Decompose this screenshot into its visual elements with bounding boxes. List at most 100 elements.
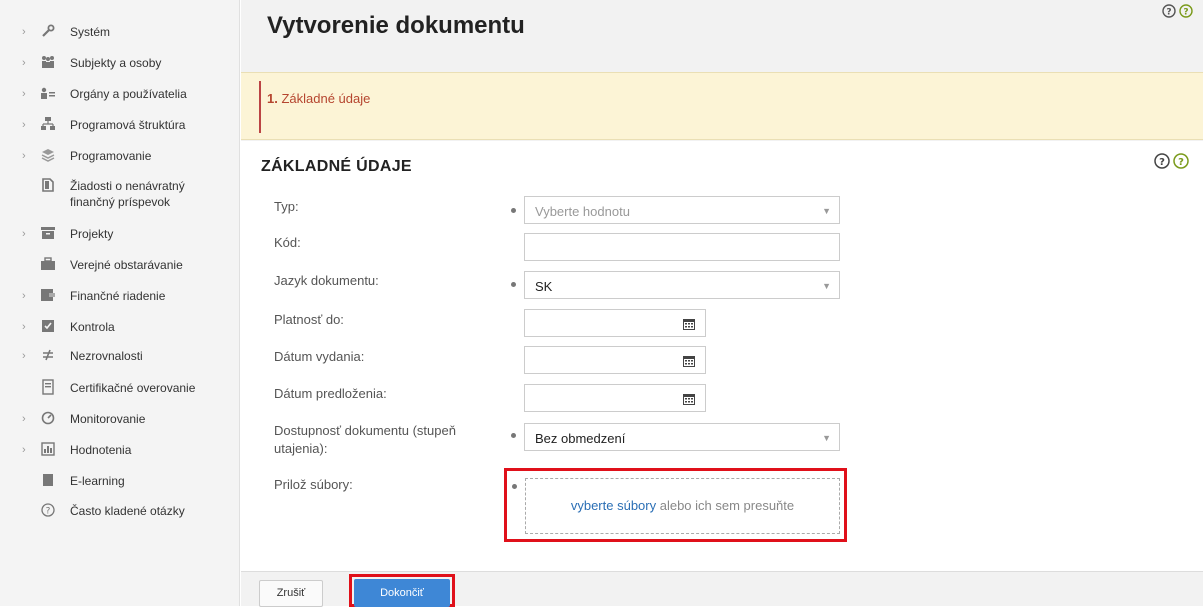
sidebar-item-label: E-learning xyxy=(70,474,125,488)
jazyk-value: SK xyxy=(535,279,553,294)
sidebar-item-e-learning[interactable]: › E-learning xyxy=(0,473,240,489)
sidebar-item-monitorovanie[interactable]: › Monitorovanie xyxy=(0,411,240,427)
typ-placeholder: Vyberte hodnotu xyxy=(535,204,630,219)
sidebar-item-label: Často kladené otázky xyxy=(70,504,185,518)
sidebar-item-label: Kontrola xyxy=(70,320,115,334)
help-icons: ? ? xyxy=(1162,4,1193,23)
sidebar-item-label: Subjekty a osoby xyxy=(70,56,162,70)
checkbox-icon xyxy=(40,319,56,333)
platnost-date-input[interactable] xyxy=(524,309,706,337)
required-indicator xyxy=(511,433,516,438)
svg-text:?: ? xyxy=(1166,8,1171,18)
step-current[interactable]: 1. Základné údaje xyxy=(267,91,370,106)
chevron-right-icon: › xyxy=(22,228,26,240)
datum-predlozenia-date-input[interactable] xyxy=(524,384,706,412)
certificate-icon xyxy=(40,379,56,395)
sidebar-item-faq[interactable]: › ? Často kladené otázky xyxy=(0,503,240,519)
step-number: 1. xyxy=(267,91,278,106)
svg-text:?: ? xyxy=(1178,157,1184,168)
hierarchy-icon xyxy=(40,117,56,131)
calendar-icon[interactable] xyxy=(683,317,695,335)
jazyk-select[interactable]: SK ▼ xyxy=(524,271,840,299)
svg-text:?: ? xyxy=(1183,8,1188,18)
sidebar-item-ziadosti[interactable]: › Žiadosti o nenávratný finančný príspev… xyxy=(0,178,240,210)
cancel-button[interactable]: Zrušiť xyxy=(259,580,323,607)
jazyk-label: Jazyk dokumentu: xyxy=(274,273,379,288)
calendar-icon[interactable] xyxy=(683,354,695,372)
page-header: Vytvorenie dokumentu ? ? xyxy=(241,0,1203,72)
datum-predlozenia-label: Dátum predloženia: xyxy=(274,386,387,401)
help-guide-icon[interactable]: ? xyxy=(1173,153,1189,174)
file-dropzone[interactable]: vyberte súbory alebo ich sem presuňte xyxy=(525,478,840,534)
step-label: Základné údaje xyxy=(281,91,371,106)
sidebar-item-label: Žiadosti o nenávratný finančný príspevok xyxy=(70,179,185,209)
chevron-down-icon: ▼ xyxy=(822,433,831,443)
sidebar-item-programova-struktura[interactable]: › Programová štruktúra xyxy=(0,117,240,133)
sidebar-item-label: Hodnotenia xyxy=(70,443,132,457)
wizard-steps: 1. Základné údaje xyxy=(241,72,1203,140)
book-icon xyxy=(40,473,56,487)
datum-vydania-label: Dátum vydania: xyxy=(274,349,365,364)
required-indicator xyxy=(511,208,516,213)
required-indicator xyxy=(511,282,516,287)
users-list-icon xyxy=(40,86,56,100)
dostupnost-select[interactable]: Bez obmedzení ▼ xyxy=(524,423,840,451)
sidebar-item-organy[interactable]: › Orgány a používatelia xyxy=(0,86,240,102)
select-files-link[interactable]: vyberte súbory xyxy=(571,498,656,513)
chevron-right-icon: › xyxy=(22,150,26,162)
chevron-down-icon: ▼ xyxy=(822,206,831,216)
chevron-right-icon: › xyxy=(22,444,26,456)
dostupnost-value: Bez obmedzení xyxy=(535,431,626,446)
sidebar-item-label: Verejné obstarávanie xyxy=(70,258,183,272)
sidebar-item-label: Programová štruktúra xyxy=(70,118,186,132)
sidebar-item-hodnotenia[interactable]: › Hodnotenia xyxy=(0,442,240,458)
form-footer: Zrušiť Dokončiť xyxy=(241,571,1203,607)
sidebar-item-kontrola[interactable]: › Kontrola xyxy=(0,319,240,335)
subory-label: Prilož súbory: xyxy=(274,477,353,492)
help-icon[interactable]: ? xyxy=(1154,153,1170,174)
page-title: Vytvorenie dokumentu xyxy=(267,12,525,39)
form-panel: ZÁKLADNÉ ÚDAJE ? ? Typ: Vyberte hodnotu … xyxy=(241,141,1203,571)
sidebar-item-label: Nezrovnalosti xyxy=(70,349,143,363)
sidebar-item-label: Systém xyxy=(70,25,111,39)
chevron-right-icon: › xyxy=(22,57,26,69)
main-content: Vytvorenie dokumentu ? ? 1. Základné úda… xyxy=(241,0,1203,607)
wrench-icon xyxy=(40,24,56,38)
typ-label: Typ: xyxy=(274,199,299,214)
chevron-right-icon: › xyxy=(22,119,26,131)
bar-chart-icon xyxy=(40,442,56,456)
help-icon[interactable]: ? xyxy=(1162,4,1176,23)
sidebar-item-label: Finančné riadenie xyxy=(70,289,166,303)
calendar-icon[interactable] xyxy=(683,392,695,410)
svg-text:?: ? xyxy=(46,507,51,517)
document-icon xyxy=(40,178,56,192)
question-circle-icon: ? xyxy=(40,503,56,517)
sidebar-item-programovanie[interactable]: › Programovanie xyxy=(0,148,240,164)
sidebar-item-label: Projekty xyxy=(70,227,114,241)
people-icon xyxy=(40,55,56,69)
chevron-right-icon: › xyxy=(22,26,26,38)
chevron-right-icon: › xyxy=(22,350,26,362)
datum-vydania-date-input[interactable] xyxy=(524,346,706,374)
sidebar-item-projekty[interactable]: › Projekty xyxy=(0,226,240,242)
platnost-label: Platnosť do: xyxy=(274,312,344,327)
sidebar-item-subjekty[interactable]: › Subjekty a osoby xyxy=(0,55,240,71)
finish-button[interactable]: Dokončiť xyxy=(354,579,450,607)
sidebar-item-system[interactable]: › Systém xyxy=(0,24,240,40)
sidebar-item-nezrovnalosti[interactable]: › Nezrovnalosti xyxy=(0,348,240,364)
step-indicator xyxy=(259,81,261,133)
required-indicator xyxy=(512,484,517,489)
sidebar-item-label: Monitorovanie xyxy=(70,412,146,426)
sidebar-item-financne-riadenie[interactable]: › Finančné riadenie xyxy=(0,288,240,304)
layers-icon xyxy=(40,148,56,162)
sidebar-item-certifikacne-overovanie[interactable]: › Certifikačné overovanie xyxy=(0,379,240,396)
kod-input[interactable] xyxy=(524,233,840,261)
sidebar: › Systém › Subjekty a osoby › Orgány a p… xyxy=(0,0,240,606)
form-help-icons: ? ? xyxy=(1154,153,1189,174)
archive-icon xyxy=(40,226,56,240)
help-guide-icon[interactable]: ? xyxy=(1179,4,1193,23)
typ-select[interactable]: Vyberte hodnotu ▼ xyxy=(524,196,840,224)
dostupnost-label: Dostupnosť dokumentu (stupeň utajenia): xyxy=(274,423,456,456)
sidebar-item-verejne-obstaravanie[interactable]: › Verejné obstarávanie xyxy=(0,257,240,273)
chevron-right-icon: › xyxy=(22,88,26,100)
